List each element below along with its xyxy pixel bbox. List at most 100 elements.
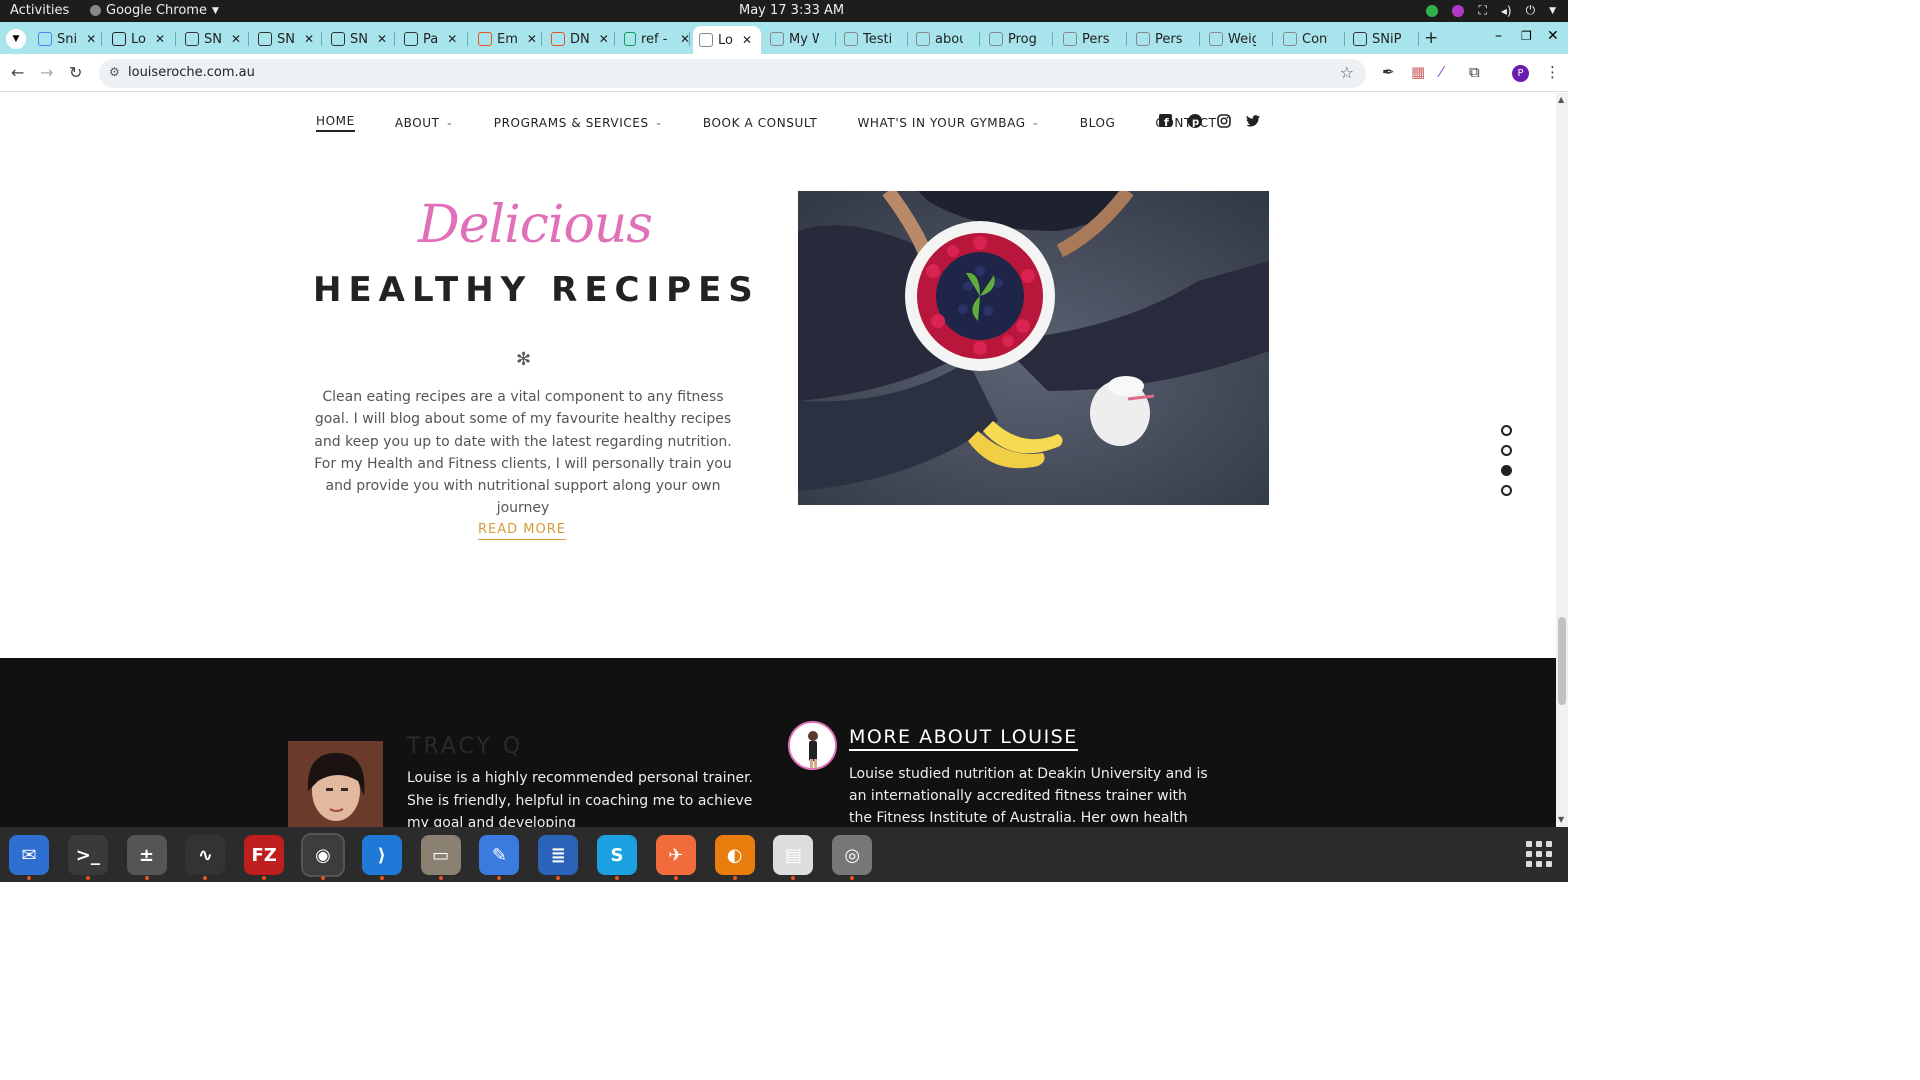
close-tab-icon[interactable]: ✕ bbox=[304, 32, 314, 46]
url-text[interactable]: louiseroche.com.au bbox=[128, 65, 255, 80]
browser-tab[interactable]: Perso bbox=[1057, 26, 1127, 52]
skype-icon[interactable]: S bbox=[597, 835, 637, 875]
read-more-link[interactable]: READ MORE bbox=[478, 522, 566, 540]
close-tab-icon[interactable]: ✕ bbox=[527, 32, 537, 46]
profile-avatar[interactable]: P bbox=[1512, 65, 1529, 82]
tab-separator bbox=[175, 32, 176, 46]
testimonial-photo bbox=[288, 741, 383, 827]
new-tab-button[interactable]: + bbox=[1424, 28, 1438, 48]
puzzle-extensions-icon[interactable]: ⧉ bbox=[1469, 63, 1480, 81]
browser-tab[interactable]: SN ✕ bbox=[252, 26, 322, 52]
tab-separator bbox=[1199, 32, 1200, 46]
writer-icon[interactable]: ≣ bbox=[538, 835, 579, 875]
browser-tab[interactable]: SN ✕ bbox=[179, 26, 249, 52]
app-menu[interactable]: Google Chrome ▼ bbox=[90, 3, 219, 18]
close-tab-icon[interactable]: ✕ bbox=[377, 32, 387, 46]
close-tab-icon[interactable]: ✕ bbox=[231, 32, 241, 46]
pager-dot[interactable] bbox=[1501, 465, 1512, 476]
browser-tab[interactable]: Conta bbox=[1277, 26, 1345, 52]
files-icon[interactable]: ▭ bbox=[420, 835, 461, 875]
check-status-icon bbox=[1426, 4, 1439, 17]
screenshot-icon[interactable]: ▤ bbox=[773, 835, 814, 875]
close-tab-icon[interactable]: ✕ bbox=[86, 32, 96, 46]
eyedropper-icon[interactable]: ✒ bbox=[1382, 63, 1395, 81]
tab-separator bbox=[1344, 32, 1345, 46]
pager-dot[interactable] bbox=[1501, 425, 1512, 436]
bookmark-star-icon[interactable]: ☆ bbox=[1340, 63, 1354, 82]
vscode-icon[interactable]: ⟩ bbox=[361, 835, 402, 875]
browser-tab[interactable]: Weigh bbox=[1203, 26, 1273, 52]
orange-icon bbox=[478, 32, 492, 46]
close-window-button[interactable]: ✕ bbox=[1547, 28, 1559, 44]
pager-dot[interactable] bbox=[1501, 445, 1512, 456]
tab-separator bbox=[1272, 32, 1273, 46]
browser-tab[interactable]: about bbox=[910, 26, 980, 52]
browser-tab[interactable]: Perso bbox=[1130, 26, 1200, 52]
browser-tab[interactable]: DN ✕ bbox=[545, 26, 615, 52]
browser-tab[interactable]: SNiP N bbox=[1347, 26, 1419, 52]
close-tab-icon[interactable]: ✕ bbox=[599, 32, 609, 46]
close-tab-icon[interactable]: ✕ bbox=[155, 32, 165, 46]
browser-tab[interactable]: SN ✕ bbox=[325, 26, 395, 52]
browser-tab[interactable]: Lo ✕ bbox=[106, 26, 176, 52]
disks-icon[interactable]: ◎ bbox=[832, 835, 873, 875]
more-about-link[interactable]: MORE ABOUT LOUISE bbox=[849, 726, 1078, 751]
scroll-down-icon[interactable]: ▼ bbox=[1558, 815, 1564, 824]
back-arrow-icon[interactable]: ← bbox=[11, 63, 24, 82]
chrome-icon[interactable]: ◉ bbox=[301, 833, 345, 877]
nav-gymbag[interactable]: WHAT'S IN YOUR GYMBAG ⌄ bbox=[857, 116, 1039, 130]
browser-tab[interactable]: My W bbox=[764, 26, 836, 52]
nav-blog[interactable]: BLOG bbox=[1080, 116, 1116, 130]
thunderbird-icon[interactable]: ✉ bbox=[9, 835, 49, 875]
show-apps-grid-icon[interactable] bbox=[1526, 841, 1552, 867]
browser-tab[interactable]: Em ✕ bbox=[472, 26, 542, 52]
pen-extension-icon[interactable]: ⁄ bbox=[1440, 63, 1443, 81]
activities-button[interactable]: Activities bbox=[10, 3, 69, 18]
browser-tab[interactable]: Lo ✕ bbox=[693, 26, 761, 54]
system-tray[interactable]: ⛶ ◂) ⏻ ▼ bbox=[1426, 3, 1556, 18]
volume-icon: ◂) bbox=[1500, 3, 1512, 18]
facebook-icon[interactable]: f bbox=[1158, 113, 1173, 128]
twitter-icon[interactable] bbox=[1245, 113, 1260, 128]
page-scrollbar[interactable]: ▲ ▼ bbox=[1556, 93, 1568, 827]
nav-consult[interactable]: BOOK A CONSULT bbox=[703, 116, 818, 130]
close-tab-icon[interactable]: ✕ bbox=[742, 33, 752, 47]
filezilla-icon[interactable]: FZ bbox=[244, 835, 285, 875]
nav-about[interactable]: ABOUT ⌄ bbox=[395, 116, 454, 130]
browser-tab[interactable]: Testin bbox=[838, 26, 908, 52]
site-icon bbox=[1209, 32, 1223, 46]
scroll-up-icon[interactable]: ▲ bbox=[1558, 95, 1564, 104]
reload-icon[interactable]: ↻ bbox=[69, 63, 82, 82]
terminal-icon[interactable]: >_ bbox=[67, 835, 108, 875]
address-bar[interactable]: ⚙ louiseroche.com.au ☆ bbox=[99, 59, 1366, 88]
postman-icon[interactable]: ✈ bbox=[655, 835, 696, 875]
scrollbar-thumb[interactable] bbox=[1558, 617, 1566, 705]
network-icon: ⛶ bbox=[1478, 3, 1487, 17]
minimize-button[interactable]: – bbox=[1495, 28, 1502, 44]
system-monitor-icon[interactable]: ∿ bbox=[185, 835, 226, 875]
pinterest-icon[interactable]: p bbox=[1187, 113, 1202, 128]
clock[interactable]: May 17 3:33 AM bbox=[739, 3, 844, 18]
pager-dot[interactable] bbox=[1501, 485, 1512, 496]
maximize-button[interactable]: ❐ bbox=[1521, 29, 1532, 43]
calculator-icon[interactable]: ± bbox=[126, 835, 167, 875]
nav-home[interactable]: HOME bbox=[316, 114, 355, 132]
text-editor-icon[interactable]: ✎ bbox=[479, 835, 520, 875]
browser-tab[interactable]: ref - G✕ bbox=[618, 26, 690, 52]
blender-icon[interactable]: ◐ bbox=[714, 835, 755, 875]
nav-programs[interactable]: PROGRAMS & SERVICES ⌄ bbox=[494, 116, 663, 130]
browser-tab[interactable]: Pa ✕ bbox=[398, 26, 468, 52]
social-links: f p bbox=[1158, 113, 1260, 128]
kebab-menu-icon[interactable]: ⋮ bbox=[1545, 63, 1560, 81]
browser-tab[interactable]: Progr bbox=[983, 26, 1053, 52]
close-tab-icon[interactable]: ✕ bbox=[447, 32, 457, 46]
extension-icon[interactable]: ▦ bbox=[1411, 63, 1425, 81]
tab-search-button[interactable]: ▼ bbox=[6, 29, 26, 49]
site-info-icon[interactable]: ⚙ bbox=[109, 65, 120, 79]
running-indicator bbox=[791, 876, 796, 880]
tab-separator bbox=[614, 32, 615, 46]
forward-arrow-icon[interactable]: → bbox=[40, 63, 53, 82]
instagram-icon[interactable] bbox=[1216, 113, 1231, 128]
browser-tab[interactable]: Sni ✕ bbox=[32, 26, 102, 52]
chevron-down-icon: ▼ bbox=[211, 5, 219, 16]
